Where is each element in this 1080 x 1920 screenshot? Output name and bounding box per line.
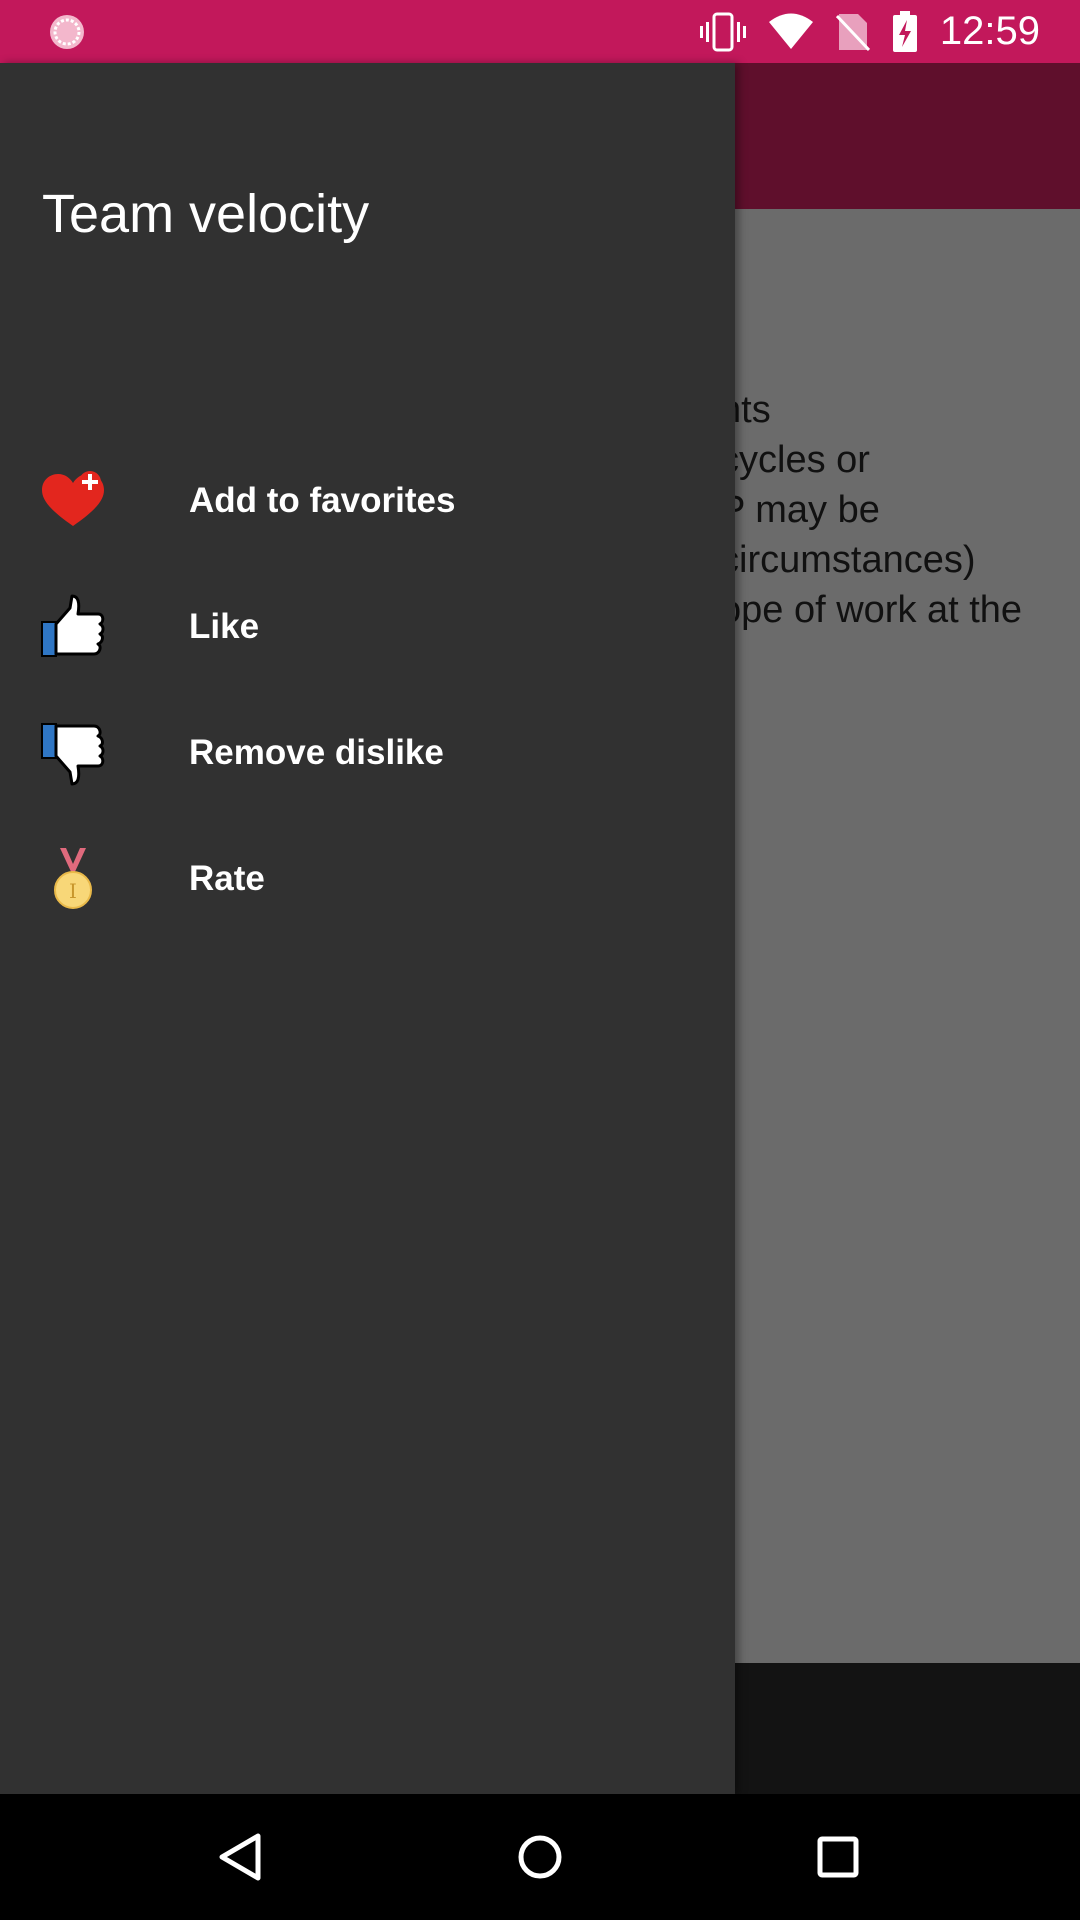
menu-item-remove-dislike[interactable]: Remove dislike (0, 698, 735, 808)
menu-item-label: Remove dislike (189, 733, 444, 772)
back-icon[interactable] (208, 1824, 274, 1890)
medal-icon: I (40, 846, 106, 912)
menu-item-rate[interactable]: I Rate (0, 824, 735, 934)
navigation-drawer: Team velocity Add to favorites Like Remo… (0, 63, 735, 1794)
content-line: nts (720, 389, 771, 431)
svg-text:I: I (69, 879, 77, 903)
thumbs-down-icon (40, 720, 106, 786)
home-icon[interactable] (507, 1824, 573, 1890)
drawer-title: Team velocity (42, 184, 370, 244)
content-line: circumstances) (720, 539, 976, 581)
content-line: cycles or (720, 439, 870, 481)
menu-item-label: Rate (189, 859, 265, 898)
status-time: 12:59 (939, 9, 1040, 53)
recents-icon[interactable] (805, 1824, 871, 1890)
app-notification-icon (48, 13, 86, 51)
heart-plus-icon (40, 468, 106, 534)
system-nav-bar (0, 1794, 1080, 1920)
wifi-icon (768, 13, 814, 51)
menu-item-like[interactable]: Like (0, 572, 735, 682)
menu-item-label: Add to favorites (189, 481, 456, 520)
content-line: ope of work at the (720, 589, 1023, 631)
status-bar: 12:59 (0, 0, 1080, 63)
app-content-text: nts cycles or P may be circumstances) op… (720, 385, 1060, 635)
vibrate-icon (699, 12, 746, 52)
no-sim-icon (835, 12, 870, 52)
thumbs-up-icon (40, 594, 106, 660)
battery-charging-icon (892, 10, 918, 53)
menu-item-add-to-favorites[interactable]: Add to favorites (0, 446, 735, 556)
menu-item-label: Like (189, 607, 260, 646)
content-line: P may be (720, 489, 880, 531)
